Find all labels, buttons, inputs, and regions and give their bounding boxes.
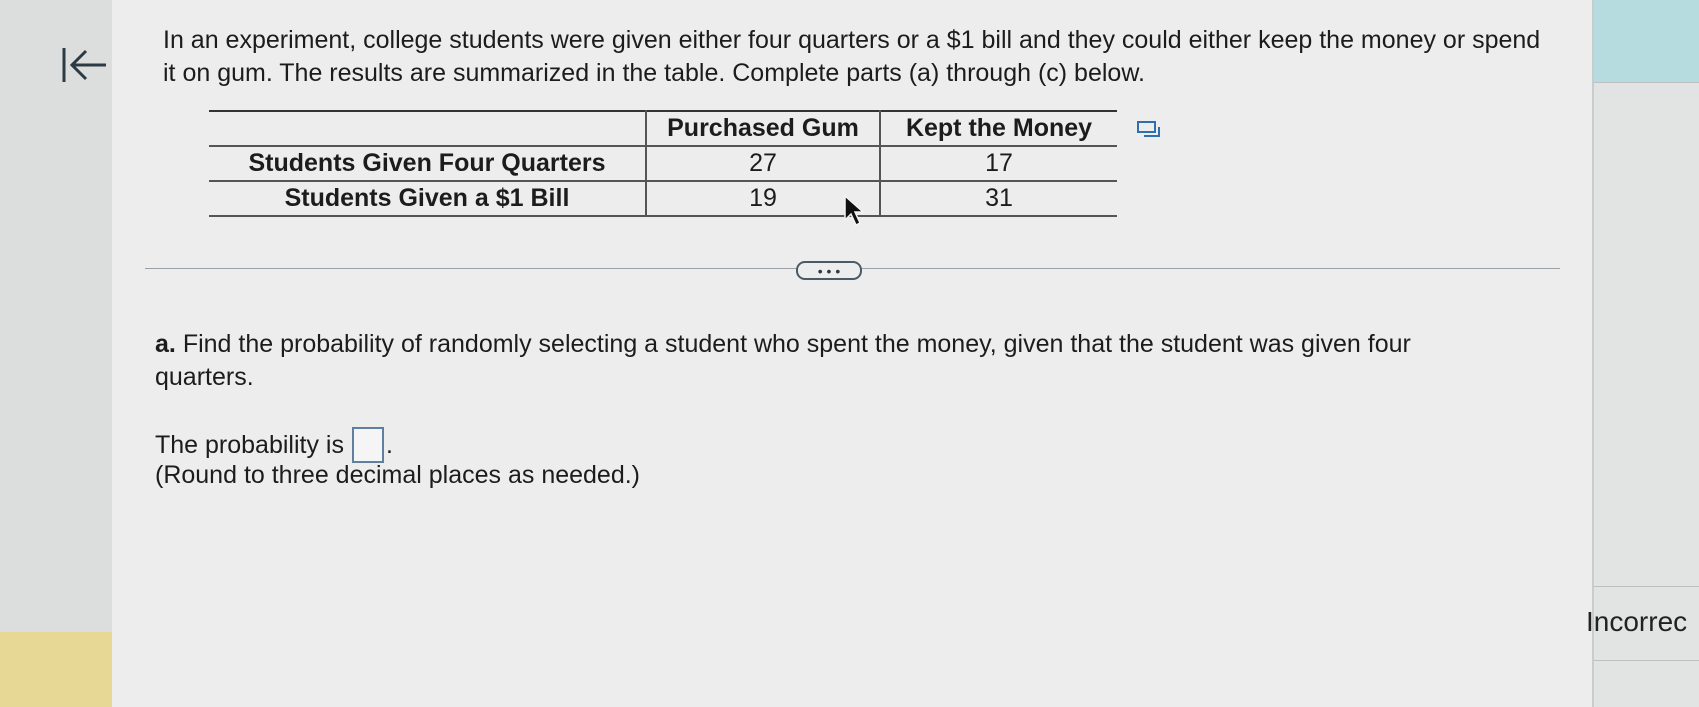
right-sidebar [1594,0,1699,707]
rounding-instruction: (Round to three decimal places as needed… [155,461,641,489]
right-teal-block [1594,0,1699,82]
row-header: Students Given a $1 Bill [284,184,570,212]
table-row: Students Given a $1 Bill 19 31 [209,181,1117,216]
part-a-question: a. Find the probability of randomly sele… [155,328,1495,394]
column-header: Kept the Money [879,111,1117,147]
table-corner [209,111,646,146]
answer-prefix: The probability is [155,430,344,459]
question-intro: In an experiment, college students were … [163,26,1541,87]
right-divider-line [1594,82,1699,83]
probability-answer-input[interactable] [351,427,384,463]
column-header: Purchased Gum [645,111,880,147]
left-background-strip [0,0,112,707]
data-table: Purchased Gum Kept the Money Students Gi… [209,110,1117,217]
row-header: Students Given Four Quarters [248,149,606,177]
right-divider-line [1594,660,1699,661]
right-divider-line [1594,586,1699,587]
answer-line: The probability is . [155,427,393,463]
mouse-cursor-icon [843,194,865,228]
left-yellow-block [0,632,112,707]
table-cell: 17 [879,146,1117,181]
expand-more-button[interactable]: • • • [796,261,862,280]
back-arrow-icon[interactable] [60,44,110,88]
part-a-letter: a. [155,330,176,358]
table-cell: 27 [645,146,880,181]
status-label: Incorrec [1586,606,1688,637]
table-row: Students Given Four Quarters 27 17 [209,146,1117,181]
answer-suffix: . [385,430,393,459]
table-cell: 31 [879,181,1117,216]
copy-icon[interactable] [1136,120,1162,138]
part-a-text: Find the probability of randomly selecti… [155,330,1411,391]
